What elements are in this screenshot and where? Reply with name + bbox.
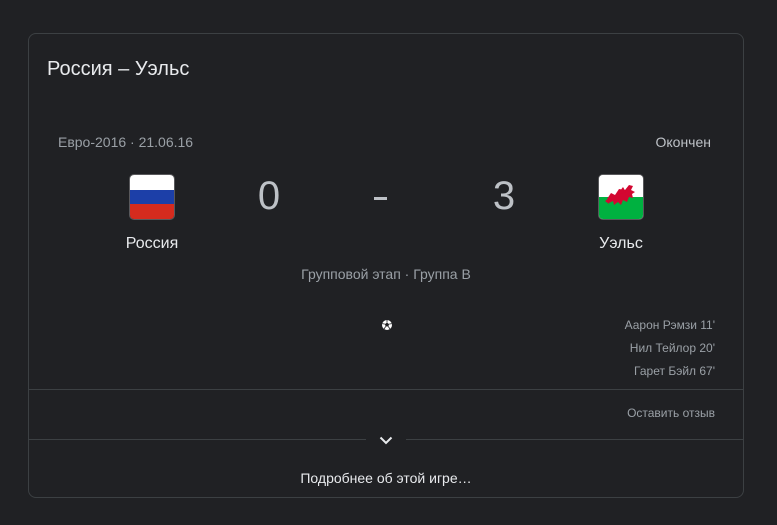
goal-scorer: Нил Тейлор 20' (629, 341, 715, 355)
match-title: Россия – Уэльс (47, 58, 190, 80)
expand-button[interactable] (366, 422, 406, 458)
soccer-ball-icon (382, 320, 392, 330)
away-team-name: Уэльс (599, 235, 643, 252)
match-card: Россия – Уэльс Евро-2016 · 21.06.16 Окон… (28, 33, 744, 498)
dash-icon (374, 197, 387, 200)
goal-scorer: Гарет Бэйл 67' (634, 364, 715, 378)
competition-date: Евро-2016 · 21.06.16 (58, 134, 194, 150)
chevron-down-icon (379, 436, 393, 444)
home-team-name: Россия (125, 235, 179, 252)
home-score: 0 (257, 174, 281, 218)
wales-flag-icon (599, 175, 643, 219)
away-score: 3 (492, 174, 516, 218)
goal-scorer: Аарон Рэмзи 11' (624, 318, 715, 332)
feedback-link[interactable]: Оставить отзыв (627, 406, 715, 420)
russia-flag-icon (130, 175, 174, 219)
wales-dragon-icon (599, 175, 643, 219)
match-stage: Групповой этап · Группа B (301, 266, 471, 282)
away-goal-scorers: Аарон Рэмзи 11' Нил Тейлор 20' Гарет Бэй… (625, 318, 715, 387)
match-status: Окончен (655, 134, 711, 150)
divider (29, 389, 743, 390)
more-about-game-link[interactable]: Подробнее об этой игре… (29, 470, 743, 486)
